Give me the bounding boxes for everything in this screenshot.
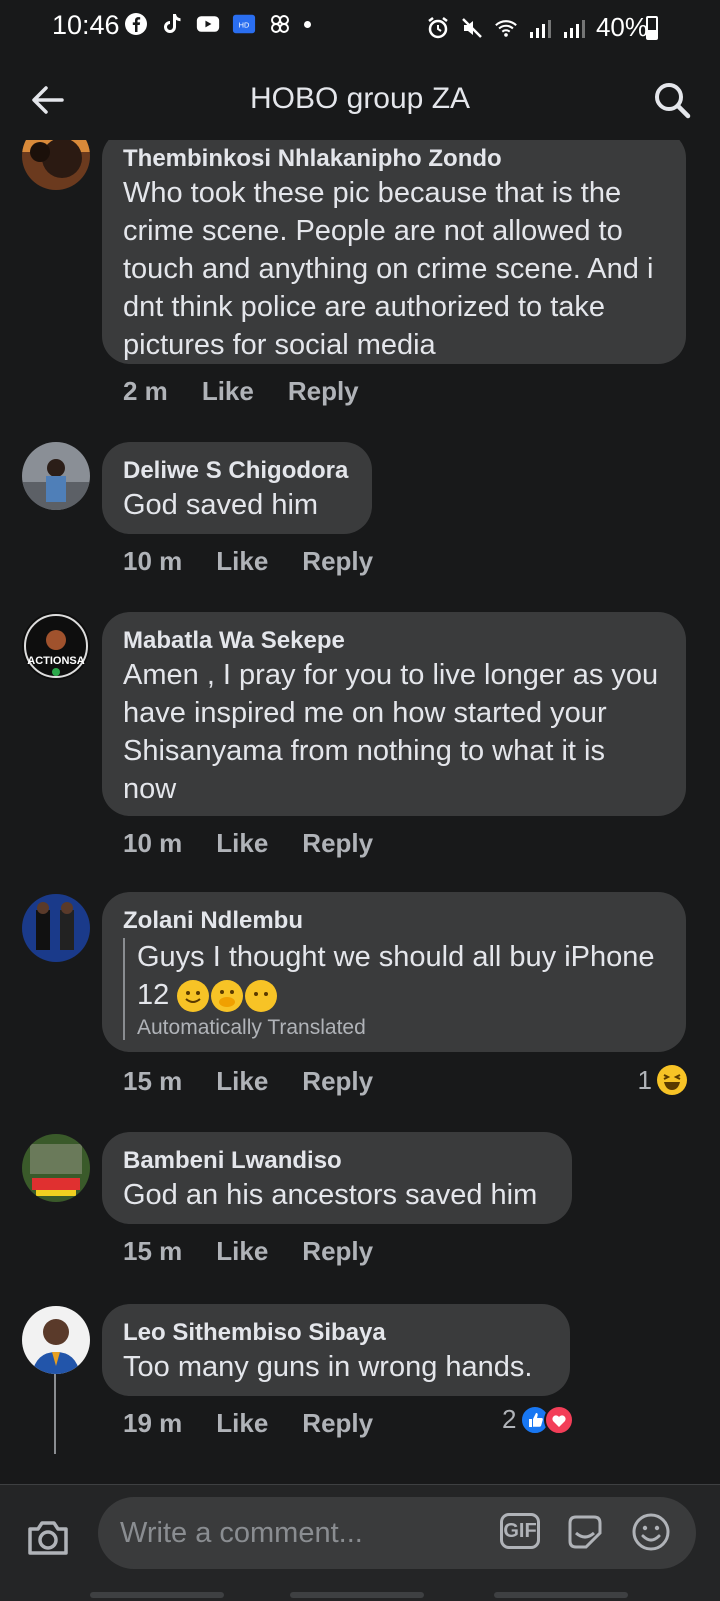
comment-time[interactable]: 2 m [123,376,168,407]
more-notifications-dot [304,20,311,28]
svg-text:HD: HD [239,21,250,30]
comment-text: Amen , I pray for you to live longer as … [123,659,659,805]
reaction-summary[interactable]: 1 [638,1064,688,1096]
system-nav-bar [0,1592,720,1600]
pinwheel-icon [268,12,292,36]
camera-icon [28,1521,68,1555]
comment-time[interactable]: 10 m [123,546,182,577]
comment-input[interactable]: Write a comment... GIF [98,1497,696,1569]
smiley-icon [632,1513,670,1551]
camera-button[interactable] [24,1513,72,1561]
reaction-count: 1 [637,1064,652,1095]
status-system-icons: 40% [426,12,648,43]
like-button[interactable]: Like [216,1236,268,1267]
comment-author[interactable]: Zolani Ndlembu [123,906,666,936]
comment-bubble[interactable]: Mabatla Wa Sekepe Amen , I pray for you … [102,612,686,816]
wifi-icon [494,16,518,40]
comment-author[interactable]: Deliwe S Chigodora [123,456,352,486]
status-bar: 10:46 HD 40% [0,0,720,56]
alarm-icon [426,16,450,40]
comment-bubble[interactable]: Deliwe S Chigodora God saved him [102,442,372,534]
reaction-count: 2 [502,1404,517,1434]
comment-bubble[interactable]: Bambeni Lwandiso God an his ancestors sa… [102,1132,572,1224]
status-notification-icons: HD [124,12,311,36]
comment-time[interactable]: 15 m [123,1066,182,1097]
nav-recents-button[interactable] [90,1592,224,1598]
comment-actions: 2 m Like Reply [123,376,359,407]
nav-back-button[interactable] [494,1592,628,1598]
comment-text-block: Guys I thought we should all buy iPhone … [137,938,666,1014]
auto-translated-label[interactable]: Automatically Translated [137,1016,666,1040]
comment-actions: 15 m Like Reply [123,1236,373,1267]
comment-actions: 15 m Like Reply [123,1066,373,1097]
avatar[interactable] [22,894,90,962]
comment-author[interactable]: Thembinkosi Nhlakanipho Zondo [123,144,666,174]
reaction-summary[interactable]: 2 [502,1404,575,1435]
avatar[interactable] [22,140,90,190]
like-button[interactable]: Like [202,376,254,407]
comment-bubble[interactable]: Leo Sithembiso Sibaya Too many guns in w… [102,1304,570,1396]
comment-input-placeholder: Write a comment... [120,1517,363,1549]
comment-actions: 19 m Like Reply [123,1408,373,1439]
gif-button[interactable]: GIF [500,1513,540,1549]
emoji-button[interactable] [630,1511,672,1553]
comment-author[interactable]: Bambeni Lwandiso [123,1146,552,1176]
signal-icon-2 [562,16,586,40]
comment-bubble[interactable]: Thembinkosi Nhlakanipho Zondo Who took t… [102,140,686,364]
comment-time[interactable]: 19 m [123,1408,182,1439]
avatar[interactable]: ACTIONSA [22,612,90,680]
avatar[interactable] [22,1306,90,1374]
comment-text: God saved him [123,489,319,521]
page-title: HOBO group ZA [249,82,471,115]
mute-icon [460,16,484,40]
sticker-icon [568,1515,602,1549]
like-button[interactable]: Like [216,1408,268,1439]
haha-reaction-icon [657,1065,687,1095]
battery-percent: 40% [595,12,648,42]
comment-actions: 10 m Like Reply [123,828,373,859]
avatar[interactable] [22,442,90,510]
tiktok-icon [160,12,184,36]
reply-button[interactable]: Reply [288,376,359,407]
comment-actions: 10 m Like Reply [123,546,373,577]
comment-author[interactable]: Leo Sithembiso Sibaya [123,1318,550,1348]
avatar[interactable] [22,1134,90,1202]
nav-home-button[interactable] [290,1592,424,1598]
reply-button[interactable]: Reply [302,1236,373,1267]
love-reaction-icon [544,1404,575,1435]
comments-list: Thembinkosi Nhlakanipho Zondo Who took t… [0,140,720,1485]
signal-icon [528,16,552,40]
reply-thread-line [54,1374,56,1454]
comment-time[interactable]: 15 m [123,1236,182,1267]
status-time: 10:46 [52,10,120,40]
like-button[interactable]: Like [216,546,268,577]
comment-composer: Write a comment... GIF [0,1484,720,1601]
translated-block: Guys I thought we should all buy iPhone … [123,938,666,1040]
search-button[interactable] [650,78,694,122]
reply-button[interactable]: Reply [302,1408,373,1439]
smiling-face-emoji-icon [177,980,210,1013]
sticker-button[interactable] [564,1511,606,1553]
like-button[interactable]: Like [216,1066,268,1097]
comment-text: God an his ancestors saved him [123,1179,538,1211]
comment-text: Too many guns in wrong hands. [123,1351,533,1383]
reply-button[interactable]: Reply [302,828,373,859]
reply-button[interactable]: Reply [302,1066,373,1097]
comment-author[interactable]: Mabatla Wa Sekepe [123,626,666,656]
movies-app-icon: HD [232,12,256,36]
app-bar: HOBO group ZA [0,60,720,140]
search-icon [655,83,691,119]
face-with-hand-over-mouth-emoji-icon [211,980,244,1013]
youtube-icon [196,12,220,36]
avatar-label: ACTIONSA [27,655,85,667]
facebook-icon [124,12,148,36]
like-button[interactable]: Like [216,828,268,859]
face-without-mouth-emoji-icon [245,980,278,1013]
reply-button[interactable]: Reply [302,546,373,577]
comment-text: Who took these pic because that is the c… [123,177,654,361]
comment-time[interactable]: 10 m [123,828,182,859]
comment-bubble[interactable]: Zolani Ndlembu Guys I thought we should … [102,892,686,1052]
battery-icon [646,16,658,40]
